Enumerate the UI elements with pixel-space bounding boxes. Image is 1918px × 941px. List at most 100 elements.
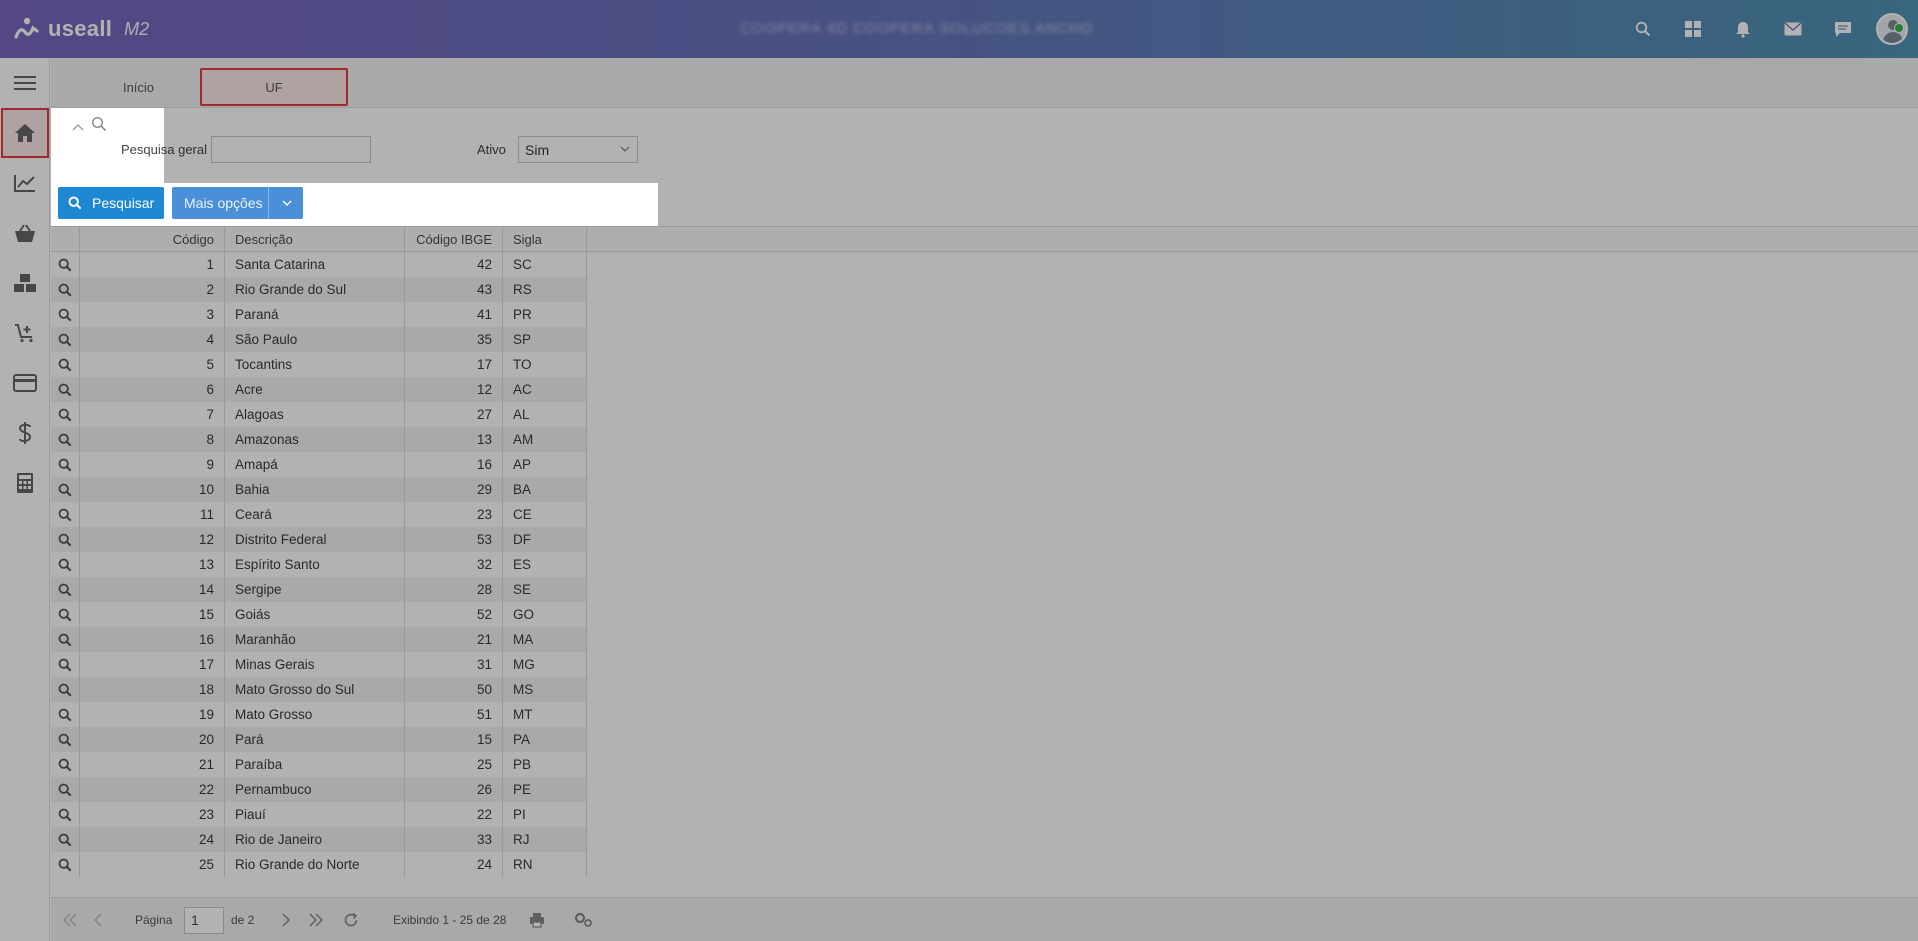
apps-icon[interactable] bbox=[1668, 0, 1718, 58]
table-row[interactable]: 20 Pará 15 PA bbox=[51, 727, 587, 752]
row-view-button[interactable] bbox=[51, 602, 80, 627]
table-row[interactable]: 25 Rio Grande do Norte 24 RN bbox=[51, 852, 587, 877]
first-page-button[interactable] bbox=[61, 898, 79, 941]
table-row[interactable]: 18 Mato Grosso do Sul 50 MS bbox=[51, 677, 587, 702]
row-view-button[interactable] bbox=[51, 827, 80, 852]
table-row[interactable]: 14 Sergipe 28 SE bbox=[51, 577, 587, 602]
table-row[interactable]: 1 Santa Catarina 42 SC bbox=[51, 252, 587, 277]
table-row[interactable]: 21 Paraíba 25 PB bbox=[51, 752, 587, 777]
page-number-input[interactable]: 1 bbox=[184, 906, 224, 934]
user-avatar[interactable] bbox=[1876, 13, 1908, 45]
row-view-button[interactable] bbox=[51, 627, 80, 652]
more-options-button[interactable]: Mais opções bbox=[172, 187, 303, 219]
row-view-button[interactable] bbox=[51, 252, 80, 277]
company-selector[interactable]: COOPERA 4D COOPERA SOLUCOES ANCHO bbox=[740, 20, 1094, 37]
grid-settings-button[interactable] bbox=[573, 898, 593, 941]
cell-acronym: PE bbox=[503, 777, 587, 802]
tab-home[interactable]: Início bbox=[91, 68, 186, 106]
row-view-button[interactable] bbox=[51, 652, 80, 677]
sidebar-item-home[interactable] bbox=[1, 108, 49, 158]
table-row[interactable]: 10 Bahia 29 BA bbox=[51, 477, 587, 502]
print-button[interactable] bbox=[529, 898, 545, 941]
cell-description: Distrito Federal bbox=[225, 527, 405, 552]
sidebar-item-inventory[interactable] bbox=[0, 258, 50, 308]
search-icon[interactable] bbox=[1618, 0, 1668, 58]
tab-uf[interactable]: UF bbox=[200, 68, 348, 106]
sidebar-item-purchases[interactable] bbox=[0, 308, 50, 358]
chat-icon[interactable] bbox=[1818, 0, 1868, 58]
cell-description: São Paulo bbox=[225, 327, 405, 352]
row-view-button[interactable] bbox=[51, 802, 80, 827]
row-view-button[interactable] bbox=[51, 402, 80, 427]
column-header-ibge-code[interactable]: Código IBGE bbox=[405, 227, 503, 252]
last-page-button[interactable] bbox=[307, 898, 325, 941]
cell-acronym: AL bbox=[503, 402, 587, 427]
previous-page-button[interactable] bbox=[93, 898, 103, 941]
table-row[interactable]: 24 Rio de Janeiro 33 RJ bbox=[51, 827, 587, 852]
refresh-button[interactable] bbox=[343, 898, 359, 941]
table-row[interactable]: 23 Piauí 22 PI bbox=[51, 802, 587, 827]
table-row[interactable]: 19 Mato Grosso 51 MT bbox=[51, 702, 587, 727]
table-row[interactable]: 16 Maranhão 21 MA bbox=[51, 627, 587, 652]
row-view-button[interactable] bbox=[51, 352, 80, 377]
column-header-acronym[interactable]: Sigla bbox=[503, 227, 587, 252]
row-view-button[interactable] bbox=[51, 752, 80, 777]
cell-ibge-code: 26 bbox=[405, 777, 503, 802]
cell-acronym: RJ bbox=[503, 827, 587, 852]
table-row[interactable]: 3 Paraná 41 PR bbox=[51, 302, 587, 327]
table-row[interactable]: 11 Ceará 23 CE bbox=[51, 502, 587, 527]
mail-icon[interactable] bbox=[1768, 0, 1818, 58]
table-row[interactable]: 12 Distrito Federal 53 DF bbox=[51, 527, 587, 552]
row-view-button[interactable] bbox=[51, 527, 80, 552]
row-view-button[interactable] bbox=[51, 427, 80, 452]
magnifier-icon bbox=[58, 708, 72, 721]
sidebar-item-sales[interactable] bbox=[0, 208, 50, 258]
cell-code: 21 bbox=[80, 752, 225, 777]
table-row[interactable]: 8 Amazonas 13 AM bbox=[51, 427, 587, 452]
row-view-button[interactable] bbox=[51, 552, 80, 577]
table-row[interactable]: 13 Espírito Santo 32 ES bbox=[51, 552, 587, 577]
table-row[interactable]: 5 Tocantins 17 TO bbox=[51, 352, 587, 377]
general-search-input[interactable] bbox=[211, 136, 371, 163]
row-view-button[interactable] bbox=[51, 577, 80, 602]
filter-toggle[interactable] bbox=[71, 116, 107, 135]
column-header-code[interactable]: Código bbox=[80, 227, 225, 252]
notifications-bell-icon[interactable] bbox=[1718, 0, 1768, 58]
magnifier-icon bbox=[58, 258, 72, 271]
row-view-button[interactable] bbox=[51, 677, 80, 702]
row-view-button[interactable] bbox=[51, 377, 80, 402]
menu-toggle-button[interactable] bbox=[0, 58, 50, 108]
row-view-button[interactable] bbox=[51, 452, 80, 477]
cell-description: Acre bbox=[225, 377, 405, 402]
row-view-button[interactable] bbox=[51, 702, 80, 727]
sidebar-item-dashboard[interactable] bbox=[0, 158, 50, 208]
row-view-button[interactable] bbox=[51, 327, 80, 352]
magnifier-icon bbox=[58, 283, 72, 296]
brand-logo[interactable]: useall M2 bbox=[14, 16, 149, 42]
row-view-button[interactable] bbox=[51, 852, 80, 877]
table-row[interactable]: 22 Pernambuco 26 PE bbox=[51, 777, 587, 802]
sidebar-item-finance[interactable] bbox=[0, 408, 50, 458]
search-button[interactable]: Pesquisar bbox=[58, 187, 164, 219]
cell-code: 9 bbox=[80, 452, 225, 477]
row-view-button[interactable] bbox=[51, 727, 80, 752]
table-row[interactable]: 17 Minas Gerais 31 MG bbox=[51, 652, 587, 677]
row-view-button[interactable] bbox=[51, 302, 80, 327]
row-view-button[interactable] bbox=[51, 502, 80, 527]
row-view-button[interactable] bbox=[51, 277, 80, 302]
next-page-button[interactable] bbox=[281, 898, 291, 941]
grid-header: Código Descrição Código IBGE Sigla bbox=[51, 227, 1918, 252]
column-header-description[interactable]: Descrição bbox=[225, 227, 405, 252]
sidebar-item-payments[interactable] bbox=[0, 358, 50, 408]
sidebar-item-accounting[interactable] bbox=[0, 458, 50, 508]
chevron-down-icon bbox=[282, 200, 292, 206]
active-filter-select[interactable]: Sim bbox=[518, 136, 638, 163]
row-view-button[interactable] bbox=[51, 777, 80, 802]
row-view-button[interactable] bbox=[51, 477, 80, 502]
table-row[interactable]: 15 Goiás 52 GO bbox=[51, 602, 587, 627]
table-row[interactable]: 4 São Paulo 35 SP bbox=[51, 327, 587, 352]
table-row[interactable]: 7 Alagoas 27 AL bbox=[51, 402, 587, 427]
table-row[interactable]: 6 Acre 12 AC bbox=[51, 377, 587, 402]
table-row[interactable]: 2 Rio Grande do Sul 43 RS bbox=[51, 277, 587, 302]
table-row[interactable]: 9 Amapá 16 AP bbox=[51, 452, 587, 477]
